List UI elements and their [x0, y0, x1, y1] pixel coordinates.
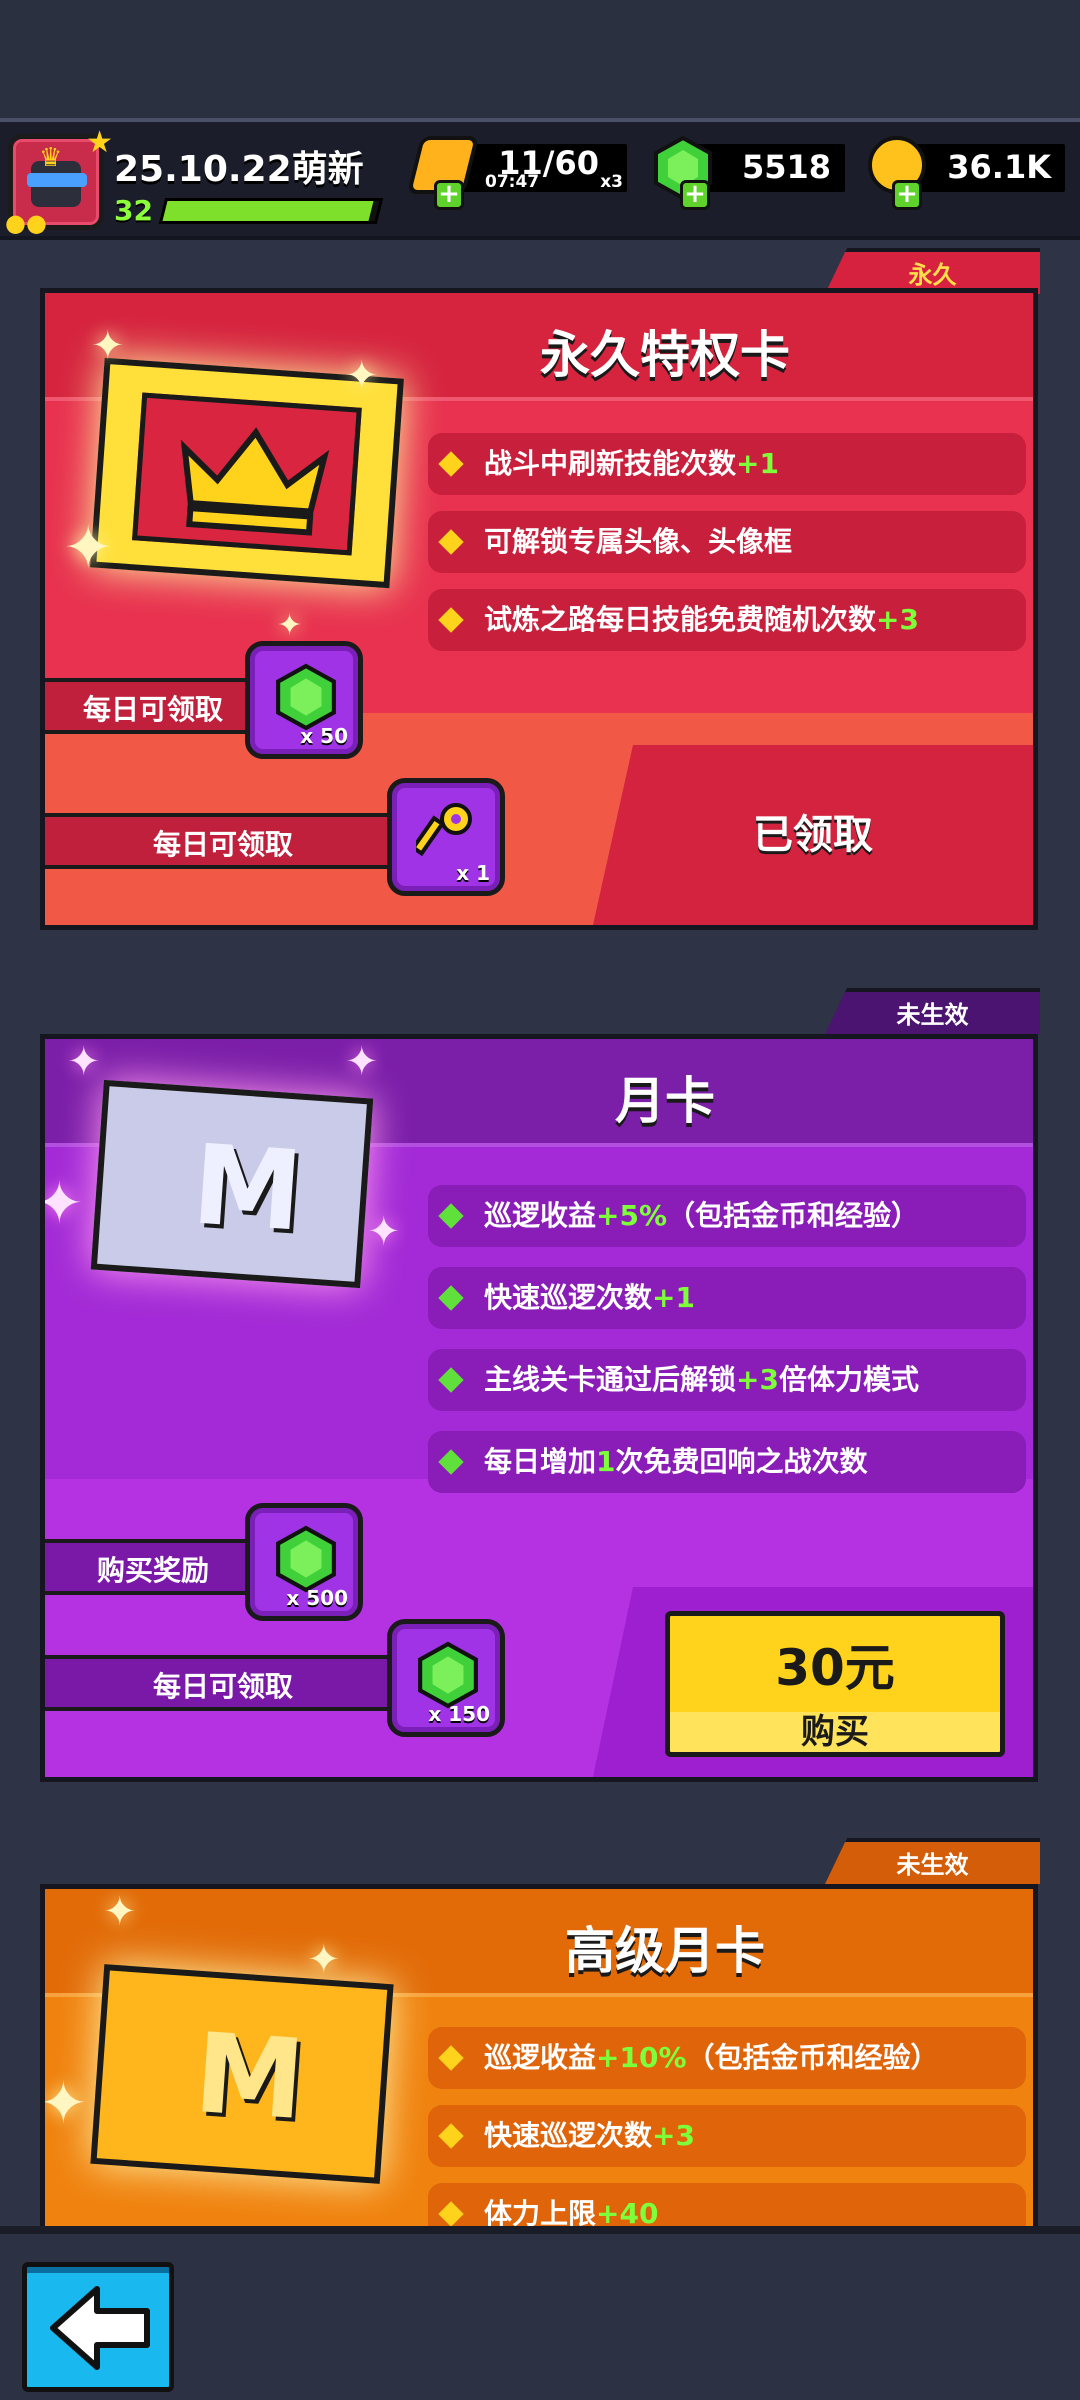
daily-claim-label: 每日可领取: [45, 678, 265, 734]
perk-item: 可解锁专属头像、头像框: [428, 511, 1026, 573]
sparkle-icon: ✦: [345, 1039, 379, 1085]
diamond-bullet-icon: [438, 1203, 464, 1229]
perk-item: 巡逻收益+10%（包括金币和经验）: [428, 2027, 1026, 2089]
crown-icon: [180, 427, 330, 536]
sparkle-icon: ✦: [367, 1209, 401, 1255]
diamond-bullet-icon: [438, 1367, 464, 1393]
gem-icon: [276, 663, 336, 731]
reward-qty: x 500: [286, 1586, 348, 1610]
reward-qty: x 150: [428, 1702, 490, 1726]
add-energy-button[interactable]: +: [434, 180, 464, 210]
perk-item: 每日增加1次免费回响之战次数: [428, 1431, 1026, 1493]
perk-item: 主线关卡通过后解锁+3倍体力模式: [428, 1349, 1026, 1411]
diamond-bullet-icon: [438, 1285, 464, 1311]
star-icon: ★: [86, 125, 113, 160]
add-gem-button[interactable]: +: [680, 180, 710, 210]
card-permanent-privilege: 永久特权卡 ✦ ✦ ✦ ✦ 战斗中刷新技能次数+1 可解锁专属头像、头像框 试炼…: [40, 288, 1038, 930]
diamond-bullet-icon: [438, 2123, 464, 2149]
reward-gem-50[interactable]: x 50: [245, 641, 363, 759]
energy-display: 11/60 07:47 x3: [455, 144, 627, 192]
reward-gem-150[interactable]: x 150: [387, 1619, 505, 1737]
sparkle-icon: ✦: [91, 323, 125, 369]
coin-pile-icon: ●●: [5, 209, 47, 237]
player-avatar[interactable]: ♛ ★ ●●: [5, 125, 113, 237]
sparkle-icon: ✦: [67, 1039, 101, 1085]
coin-display: 36.1K: [905, 144, 1065, 192]
back-button[interactable]: [22, 2262, 174, 2392]
buy-button[interactable]: 30元 购买: [665, 1611, 1005, 1757]
diamond-bullet-icon: [438, 451, 464, 477]
gem-count: 5518: [741, 148, 831, 186]
diamond-bullet-icon: [438, 1449, 464, 1475]
daily-claim-label: 每日可领取: [45, 1655, 405, 1711]
status-tab-premium: 未生效: [825, 1838, 1040, 1884]
sparkle-icon: ✦: [45, 1169, 84, 1237]
diamond-bullet-icon: [438, 2045, 464, 2071]
m-letter-icon: M: [190, 2008, 309, 2145]
bottom-bar: [0, 2226, 1080, 2400]
perk-item: 快速巡逻次数+1: [428, 1267, 1026, 1329]
perk-item: 战斗中刷新技能次数+1: [428, 433, 1026, 495]
back-arrow-icon: [50, 2286, 150, 2370]
reward-qty: x 50: [300, 724, 348, 748]
card-title: 高级月卡: [565, 1922, 765, 1980]
reward-qty: x 1: [456, 861, 490, 885]
sparkle-icon: ✦: [63, 513, 114, 583]
claimed-button[interactable]: 已领取: [593, 745, 1033, 925]
gem-icon: [418, 1641, 478, 1709]
coin-count: 36.1K: [947, 148, 1051, 186]
card-title: 永久特权卡: [540, 326, 790, 384]
xp-bar-fill: [162, 201, 374, 221]
sparkle-icon: ✦: [40, 2069, 88, 2137]
card-monthly: 月卡 M ✦ ✦ ✦ ✦ 巡逻收益+5%（包括金币和经验） 快速巡逻次数+1 主…: [40, 1034, 1038, 1782]
monthly-card-image: M: [90, 1079, 374, 1289]
status-bar-area: [0, 0, 1080, 118]
perk-item: 快速巡逻次数+3: [428, 2105, 1026, 2167]
diamond-bullet-icon: [438, 607, 464, 633]
sparkle-icon: ✦: [103, 1889, 137, 1935]
add-coin-button[interactable]: +: [892, 180, 922, 210]
diamond-bullet-icon: [438, 2201, 464, 2227]
price-label: 30元: [775, 1639, 895, 1697]
sparkle-icon: ✦: [345, 353, 379, 399]
daily-claim-label: 每日可领取: [45, 813, 405, 869]
avatar-headband: [27, 173, 87, 187]
card-title: 月卡: [615, 1072, 715, 1130]
crown-icon: ♛: [39, 143, 63, 173]
sparkle-icon: ✦: [277, 608, 303, 643]
premium-card-image: M: [90, 1964, 394, 2184]
key-icon: [416, 803, 472, 857]
perk-item: 巡逻收益+5%（包括金币和经验）: [428, 1185, 1026, 1247]
purchase-reward-label: 购买奖励: [45, 1539, 265, 1595]
diamond-bullet-icon: [438, 529, 464, 555]
card-premium-monthly: 高级月卡 M ✦ ✦ ✦ 巡逻收益+10%（包括金币和经验） 快速巡逻次数+3 …: [40, 1884, 1038, 2234]
m-letter-icon: M: [188, 1120, 307, 1256]
top-hud: ♛ ★ ●● 25.10.22萌新 32 11/60 07:47 x3 + 55…: [0, 118, 1080, 240]
energy-multiplier: x3: [600, 172, 623, 192]
buy-label: 购买: [801, 1712, 869, 1752]
status-tab-monthly: 未生效: [825, 988, 1040, 1034]
perk-item: 试炼之路每日技能免费随机次数+3: [428, 589, 1026, 651]
xp-bar: [158, 198, 384, 224]
reward-key-1[interactable]: x 1: [387, 778, 505, 896]
player-name: 25.10.22萌新: [114, 149, 364, 190]
sparkle-icon: ✦: [307, 1937, 341, 1983]
reward-gem-500[interactable]: x 500: [245, 1503, 363, 1621]
gem-icon: [276, 1525, 336, 1593]
energy-timer: 07:47: [485, 172, 540, 192]
player-level: 32: [114, 194, 153, 227]
buy-area: 30元 购买: [593, 1587, 1033, 1777]
